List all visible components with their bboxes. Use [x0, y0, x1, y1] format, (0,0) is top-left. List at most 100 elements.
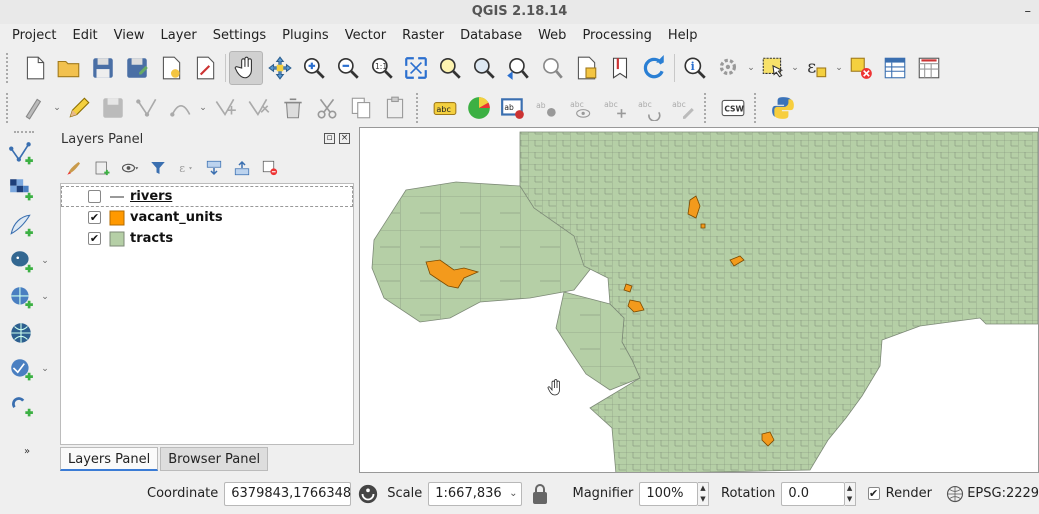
chevron-down-icon[interactable]: ⌄	[40, 256, 50, 266]
remove-layer-icon[interactable]	[258, 157, 282, 179]
layer-row-tracts[interactable]: ✔ tracts	[61, 228, 353, 249]
toolbar-grip[interactable]	[6, 93, 14, 123]
zoom-last-icon[interactable]	[501, 51, 535, 85]
save-project-icon[interactable]	[86, 51, 120, 85]
metasearch-icon[interactable]: CSW	[716, 91, 750, 125]
highlight-pinned-labels-icon[interactable]: ab	[496, 91, 530, 125]
scale-combobox[interactable]: 1:667,836 ⌄	[428, 481, 523, 506]
chevron-down-icon[interactable]: ⌄	[790, 63, 800, 73]
refresh-icon[interactable]	[637, 51, 671, 85]
toggle-editing-icon[interactable]	[62, 91, 96, 125]
current-edits-icon[interactable]	[18, 91, 52, 125]
add-raster-layer-icon[interactable]	[4, 172, 38, 206]
change-label-icon[interactable]: abc	[666, 91, 700, 125]
menu-raster[interactable]: Raster	[394, 24, 452, 48]
add-wfs-layer-icon[interactable]	[4, 352, 38, 386]
save-layer-edits-icon[interactable]	[96, 91, 130, 125]
node-tool-icon[interactable]	[242, 91, 276, 125]
map-canvas[interactable]	[359, 127, 1039, 473]
zoom-native-icon[interactable]: 1:1	[365, 51, 399, 85]
add-vector-layer-icon[interactable]	[4, 136, 38, 170]
menu-help[interactable]: Help	[660, 24, 706, 48]
expand-all-icon[interactable]	[202, 157, 226, 179]
chevron-down-icon[interactable]: ⌄	[746, 63, 756, 73]
menu-view[interactable]: View	[106, 24, 153, 48]
new-print-composer-icon[interactable]	[154, 51, 188, 85]
zoom-next-icon[interactable]	[535, 51, 569, 85]
deselect-features-icon[interactable]	[844, 51, 878, 85]
zoom-out-icon[interactable]	[331, 51, 365, 85]
vacant-unit-polygon[interactable]	[623, 283, 633, 293]
magnifier-field[interactable]: 100%	[639, 481, 698, 506]
delete-selected-icon[interactable]	[276, 91, 310, 125]
open-project-icon[interactable]	[52, 51, 86, 85]
toggle-extents-icon[interactable]	[357, 482, 379, 506]
crs-globe-icon[interactable]	[946, 484, 964, 504]
show-hide-labels-icon[interactable]: abc	[564, 91, 598, 125]
rotation-stepper[interactable]: ▲ ▼	[844, 481, 856, 506]
pin-labels-icon[interactable]: ab	[530, 91, 564, 125]
new-project-icon[interactable]	[18, 51, 52, 85]
chevron-down-icon[interactable]: ⌄	[52, 103, 62, 113]
attribute-table-icon[interactable]	[878, 51, 912, 85]
menu-layer[interactable]: Layer	[153, 24, 205, 48]
field-calculator-icon[interactable]	[912, 51, 946, 85]
layer-name[interactable]: tracts	[130, 231, 173, 246]
expand-toolbar-icon[interactable]: »	[24, 446, 30, 457]
cut-features-icon[interactable]	[310, 91, 344, 125]
pan-to-selection-icon[interactable]	[263, 51, 297, 85]
toolbar-grip[interactable]	[6, 53, 14, 83]
add-circular-string-icon[interactable]	[164, 91, 198, 125]
save-as-icon[interactable]	[120, 51, 154, 85]
toolbar-grip[interactable]	[704, 93, 712, 123]
menu-database[interactable]: Database	[452, 24, 530, 48]
menu-settings[interactable]: Settings	[205, 24, 274, 48]
toolbar-grip[interactable]	[754, 93, 762, 123]
add-postgis-layer-icon[interactable]	[4, 244, 38, 278]
layer-row-vacant-units[interactable]: ✔ vacant_units	[61, 207, 353, 228]
close-panel-icon[interactable]: ×	[339, 133, 350, 144]
vacant-unit-polygon[interactable]	[700, 223, 706, 229]
add-virtual-layer-icon[interactable]	[4, 388, 38, 422]
zoom-in-icon[interactable]	[297, 51, 331, 85]
lock-scale-icon[interactable]	[530, 482, 550, 506]
coordinate-field[interactable]: 6379843,1766348	[224, 481, 352, 506]
identify-features-icon[interactable]: i	[678, 51, 712, 85]
menu-web[interactable]: Web	[530, 24, 574, 48]
float-panel-icon[interactable]: ▫	[324, 133, 335, 144]
composer-manager-icon[interactable]	[188, 51, 222, 85]
menu-processing[interactable]: Processing	[574, 24, 659, 48]
manage-themes-icon[interactable]	[118, 157, 142, 179]
menu-vector[interactable]: Vector	[337, 24, 394, 48]
collapse-all-icon[interactable]	[230, 157, 254, 179]
select-by-expression-icon[interactable]: ε	[800, 51, 834, 85]
layer-name[interactable]: rivers	[130, 189, 172, 204]
render-checkbox[interactable]: ✔	[867, 487, 880, 500]
add-spatialite-layer-icon[interactable]	[4, 208, 38, 242]
select-features-icon[interactable]	[756, 51, 790, 85]
menu-project[interactable]: Project	[4, 24, 64, 48]
add-group-icon[interactable]	[90, 157, 114, 179]
chevron-down-icon[interactable]: ⌄	[834, 63, 844, 73]
new-map-view-icon[interactable]	[569, 51, 603, 85]
toolbar-grip[interactable]	[14, 131, 34, 133]
chevron-down-icon[interactable]: ⌄	[198, 103, 208, 113]
layer-diagram-icon[interactable]	[462, 91, 496, 125]
add-feature-icon[interactable]	[130, 91, 164, 125]
copy-features-icon[interactable]	[344, 91, 378, 125]
filter-legend-icon[interactable]	[146, 157, 170, 179]
magnifier-stepper[interactable]: ▲ ▼	[697, 481, 710, 506]
new-bookmark-icon[interactable]	[603, 51, 637, 85]
run-feature-action-icon[interactable]	[712, 51, 746, 85]
menu-plugins[interactable]: Plugins	[274, 24, 337, 48]
rotation-field[interactable]: 0.0	[781, 481, 845, 506]
add-wcs-layer-icon[interactable]	[4, 316, 38, 350]
filter-by-expression-icon[interactable]: ε	[174, 157, 198, 179]
python-console-icon[interactable]	[766, 91, 800, 125]
chevron-down-icon[interactable]: ⌄	[40, 364, 50, 374]
tab-browser-panel[interactable]: Browser Panel	[160, 447, 269, 471]
minimize-button[interactable]: –	[1025, 0, 1032, 24]
add-wms-layer-icon[interactable]	[4, 280, 38, 314]
layer-row-rivers[interactable]: rivers	[61, 186, 353, 207]
crs-button[interactable]: EPSG:2229	[967, 486, 1039, 501]
